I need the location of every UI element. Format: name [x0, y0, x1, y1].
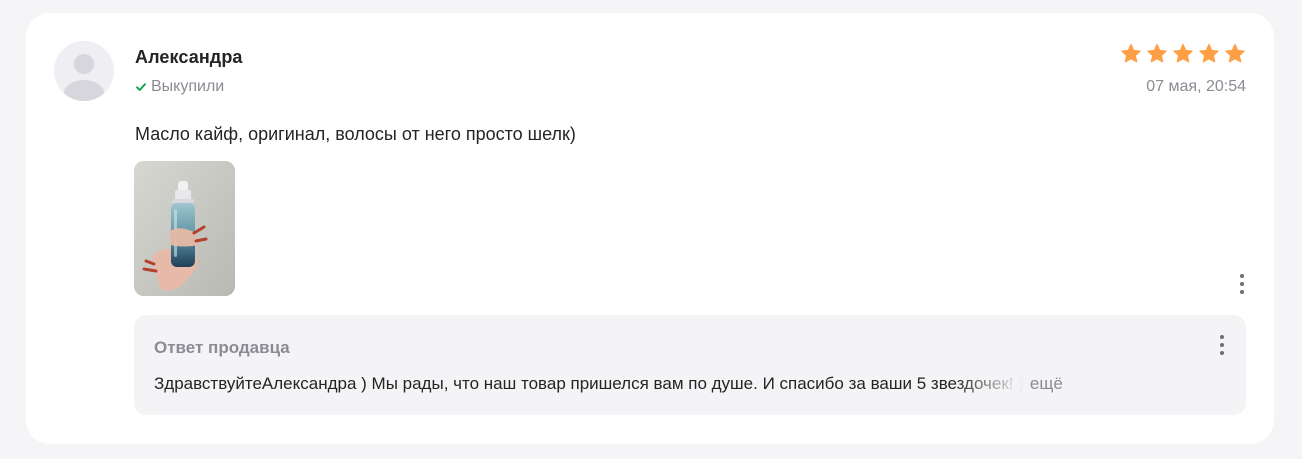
seller-reply-text: ЗдравствуйтеАлександра ) Мы рады, что на…	[154, 374, 1024, 393]
review-more-options-button[interactable]	[1232, 270, 1252, 298]
checkmark-icon	[136, 83, 146, 91]
reply-more-options-button[interactable]	[1212, 331, 1232, 359]
seller-reply-title: Ответ продавца	[154, 338, 290, 357]
avatar	[54, 41, 114, 101]
review-text: Масло кайф, оригинал, волосы от него про…	[135, 124, 576, 144]
seller-reply: Ответ продавца ЗдравствуйтеАлександра ) …	[134, 315, 1246, 415]
verified-label: Выкупили	[151, 78, 225, 95]
kebab-dot	[1240, 282, 1244, 286]
review-author: Александра	[135, 47, 243, 67]
star-icon	[1199, 43, 1219, 63]
user-placeholder-icon	[64, 54, 104, 101]
review-date: 07 мая, 20:54	[1146, 78, 1246, 95]
verified-purchase-badge: Выкупили	[135, 78, 224, 96]
product-photo-icon	[134, 161, 235, 296]
kebab-dot	[1220, 351, 1224, 355]
review-photo[interactable]	[134, 161, 235, 296]
kebab-dot	[1240, 290, 1244, 294]
seller-reply-body: ЗдравствуйтеАлександра ) Мы рады, что на…	[154, 374, 1063, 394]
star-icon	[1225, 43, 1245, 63]
star-icon	[1121, 43, 1141, 63]
review-card: Александра Выкупили 07 мая, 20:54 Масло …	[26, 13, 1274, 444]
star-icon	[1173, 43, 1193, 63]
kebab-dot	[1220, 335, 1224, 339]
rating-stars	[1120, 43, 1246, 65]
kebab-dot	[1220, 343, 1224, 347]
kebab-dot	[1240, 274, 1244, 278]
star-icon	[1147, 43, 1167, 63]
seller-reply-expand-link[interactable]: ещё	[1030, 374, 1063, 394]
